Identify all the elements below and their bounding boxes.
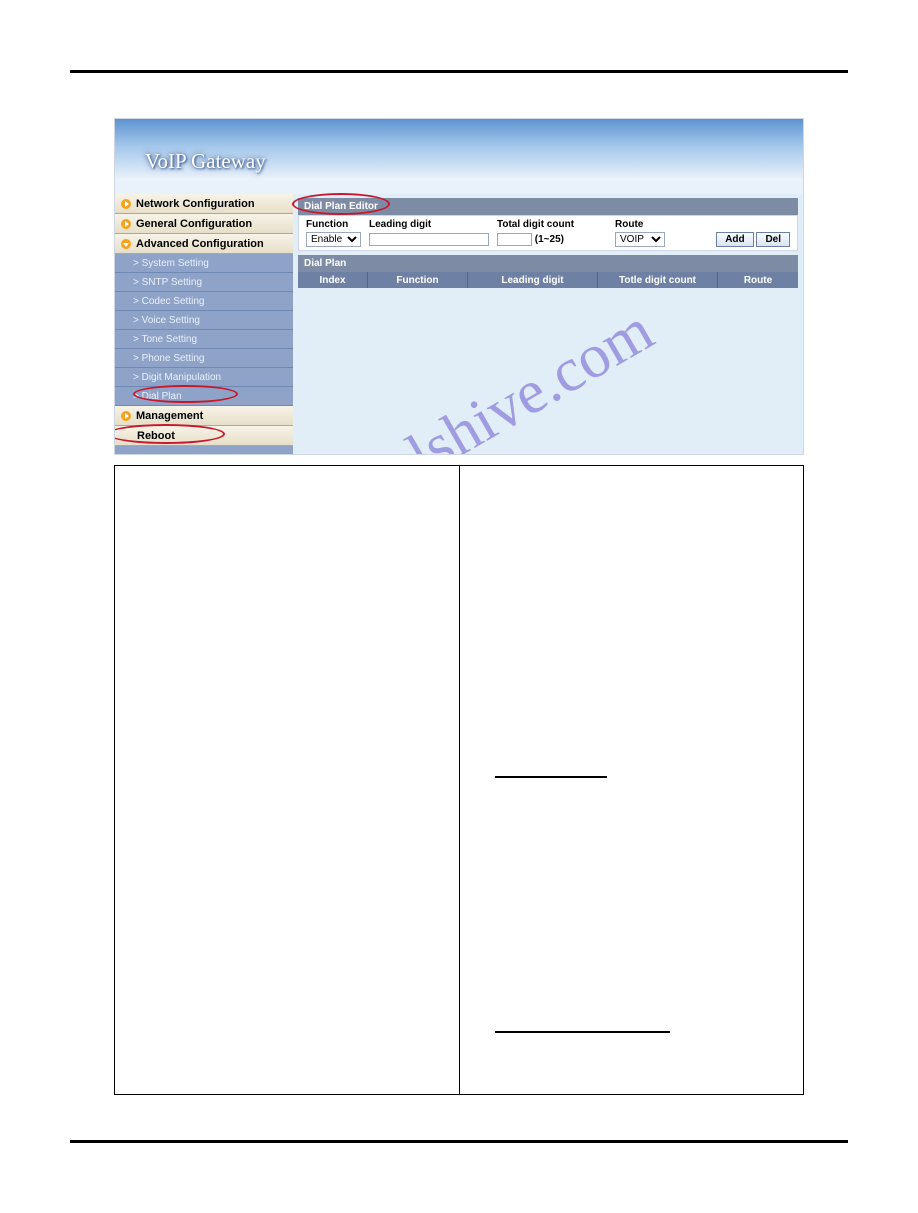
nav-sub-codec-setting[interactable]: > Codec Setting — [115, 292, 293, 311]
nav-sub-tone-setting[interactable]: > Tone Setting — [115, 330, 293, 349]
nav-sub-voice-setting[interactable]: > Voice Setting — [115, 311, 293, 330]
column-separator — [459, 466, 460, 1094]
total-digit-hint: (1~25) — [535, 234, 564, 245]
dial-plan-editor-form: Function Leading digit Total digit count… — [298, 215, 798, 251]
chevron-right-icon — [121, 411, 131, 421]
nav-reboot[interactable]: Reboot — [115, 426, 293, 446]
chevron-right-icon — [121, 199, 131, 209]
th-total: Totle digit count — [598, 272, 718, 288]
horizontal-line-icon — [495, 1031, 670, 1033]
app-title: VoIP Gateway — [145, 149, 266, 174]
col-leading-label: Leading digit — [369, 219, 431, 230]
content-panel: Dial Plan Editor Function Leading digit … — [293, 194, 803, 454]
chevron-down-icon — [121, 239, 131, 249]
col-route-label: Route — [615, 219, 643, 230]
nav-sub-digit-manipulation[interactable]: > Digit Manipulation — [115, 368, 293, 387]
nav-network-configuration[interactable]: Network Configuration — [115, 194, 293, 214]
app-banner: VoIP Gateway — [115, 119, 803, 194]
nav-general-configuration[interactable]: General Configuration — [115, 214, 293, 234]
function-select[interactable]: Enable — [306, 232, 361, 247]
th-function: Function — [368, 272, 468, 288]
nav-sub-dial-plan[interactable]: > Dial Plan — [115, 387, 293, 406]
route-select[interactable]: VOIP — [615, 232, 665, 247]
total-digit-input[interactable] — [497, 233, 532, 246]
leading-digit-input[interactable] — [369, 233, 489, 246]
th-index: Index — [298, 272, 368, 288]
nav-sub-sntp-setting[interactable]: > SNTP Setting — [115, 273, 293, 292]
dial-plan-table-title: Dial Plan — [298, 255, 798, 272]
nav-sub-phone-setting[interactable]: > Phone Setting — [115, 349, 293, 368]
nav-advanced-configuration[interactable]: Advanced Configuration — [115, 234, 293, 254]
th-route: Route — [718, 272, 798, 288]
del-button[interactable]: Del — [756, 232, 790, 247]
add-button[interactable]: Add — [716, 232, 753, 247]
col-function-label: Function — [306, 219, 348, 230]
dial-plan-table-head: Index Function Leading digit Totle digit… — [298, 272, 798, 288]
voip-gateway-app: VoIP Gateway Network Configuration Gener… — [114, 118, 804, 455]
th-leading: Leading digit — [468, 272, 598, 288]
panel-title-bar: Dial Plan Editor — [298, 198, 798, 215]
col-total-label: Total digit count — [497, 219, 574, 230]
left-nav: Network Configuration General Configurat… — [115, 194, 293, 454]
doc-two-column — [114, 465, 804, 1095]
nav-sub-system-setting[interactable]: > System Setting — [115, 254, 293, 273]
horizontal-line-icon — [495, 776, 607, 778]
chevron-right-icon — [121, 219, 131, 229]
nav-management[interactable]: Management — [115, 406, 293, 426]
